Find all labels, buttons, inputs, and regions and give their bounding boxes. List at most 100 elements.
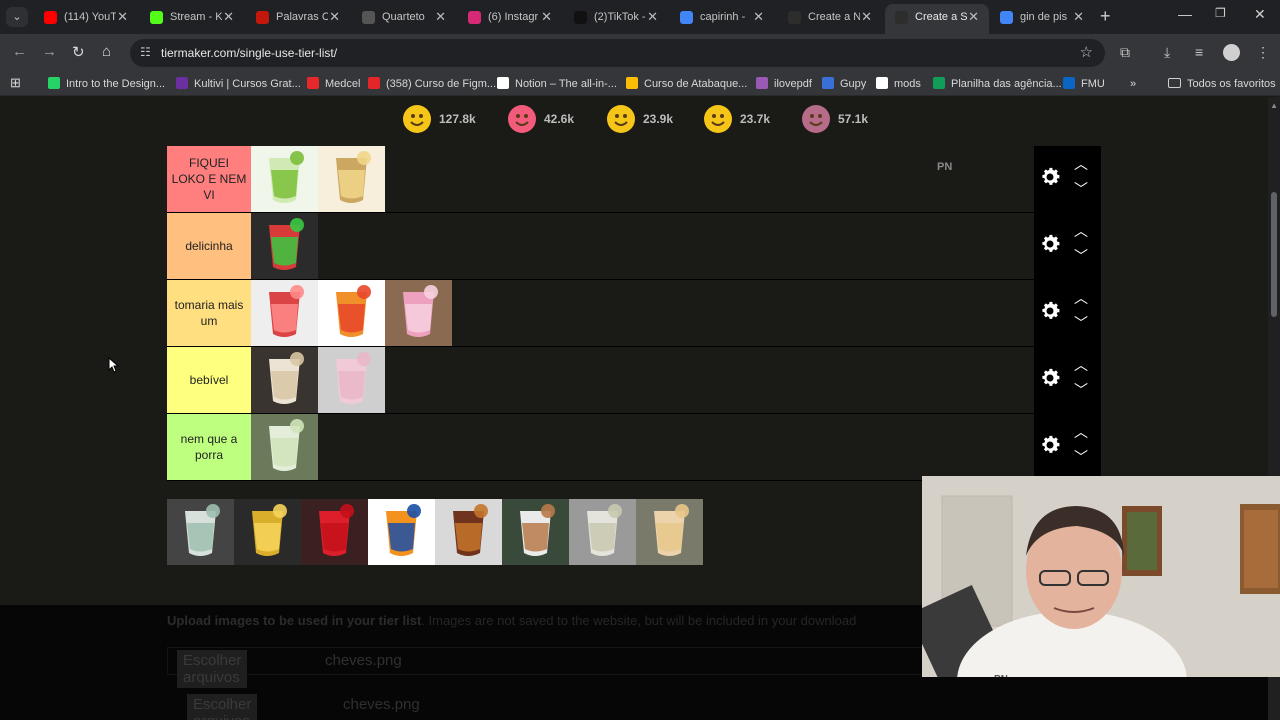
menu-icon[interactable]: ⋮ <box>1256 44 1270 61</box>
move-up-icon[interactable]: ︿ <box>1074 355 1088 375</box>
move-up-icon[interactable]: ︿ <box>1074 154 1088 174</box>
tier-label[interactable]: FIQUEI LOKO E NEM VI <box>167 146 251 212</box>
scrollbar-thumb[interactable] <box>1271 192 1277 317</box>
gear-icon[interactable] <box>1038 433 1062 457</box>
move-down-icon[interactable]: ﹀ <box>1074 179 1088 199</box>
bookmark-item[interactable]: Gupy <box>822 76 866 92</box>
drink-image[interactable] <box>318 280 385 346</box>
scroll-up-arrow[interactable]: ▲ <box>1270 101 1278 110</box>
media-control-icon[interactable]: ≡ <box>1195 44 1203 60</box>
tab-close-icon[interactable]: ✕ <box>329 4 340 30</box>
bookmark-item[interactable]: Medcel <box>307 76 360 92</box>
drink-image[interactable] <box>435 499 502 565</box>
tier-label[interactable]: bebível <box>167 347 251 413</box>
move-down-icon[interactable]: ﹀ <box>1074 380 1088 400</box>
tab-close-icon[interactable]: ✕ <box>647 4 658 30</box>
url-text[interactable]: tiermaker.com/single-use-tier-list/ <box>161 46 337 60</box>
download-icon[interactable]: ⤓ <box>1164 44 1170 61</box>
bookmark-star-icon[interactable]: ☆ <box>1080 43 1093 61</box>
site-info-icon[interactable]: ☷ <box>140 45 151 59</box>
tab-kick[interactable]: Stream - K ✕ <box>140 4 244 30</box>
tab-close-icon[interactable]: ✕ <box>753 4 764 30</box>
move-down-icon[interactable]: ﹀ <box>1074 447 1088 467</box>
tab-instagram[interactable]: (6) Instagr ✕ <box>458 4 562 30</box>
drink-image[interactable] <box>368 499 435 565</box>
back-button[interactable]: ← <box>12 43 27 60</box>
address-bar[interactable]: ☷ tiermaker.com/single-use-tier-list/ ☆ <box>130 39 1105 67</box>
choose-files-button[interactable]: Escolher arquivos <box>177 650 248 688</box>
profile-avatar[interactable] <box>1223 44 1240 61</box>
apps-icon[interactable]: ⊞ <box>10 75 21 91</box>
drink-image[interactable] <box>251 280 318 346</box>
tab-close-icon[interactable]: ✕ <box>1073 4 1084 30</box>
tab-google[interactable]: capirinh - ✕ <box>670 4 774 30</box>
new-tab-button[interactable]: + <box>1100 6 1111 26</box>
choose-files-button[interactable]: Escolher arquivos <box>187 694 258 720</box>
drink-image[interactable] <box>167 499 234 565</box>
gear-icon[interactable] <box>1038 232 1062 256</box>
move-down-icon[interactable]: ﹀ <box>1074 313 1088 333</box>
all-bookmarks-folder[interactable]: Todos os favoritos <box>1168 76 1276 92</box>
tier-controls: ︿ ﹀ <box>1034 213 1101 279</box>
minimize-button[interactable]: — <box>1178 6 1192 22</box>
drink-image[interactable] <box>251 213 318 279</box>
bookmark-item[interactable]: Notion – The all-in-... <box>497 76 617 92</box>
tab-title: Quarteto <box>382 11 425 23</box>
reload-button[interactable]: ↻ <box>72 43 85 61</box>
tab-close-icon[interactable]: ✕ <box>117 4 128 30</box>
drink-image[interactable] <box>385 280 452 346</box>
drink-image[interactable] <box>251 414 318 480</box>
tab-close-icon[interactable]: ✕ <box>541 4 552 30</box>
bookmark-item[interactable]: Curso de Atabaque... <box>626 76 747 92</box>
tab-search-button[interactable]: ⌄ <box>6 7 28 27</box>
bookmark-item[interactable]: Intro to the Design... <box>48 76 165 92</box>
bookmark-item[interactable]: (358) Curso de Figm... <box>368 76 496 92</box>
close-window-button[interactable]: ✕ <box>1254 6 1266 23</box>
bookmark-item[interactable]: mods <box>876 76 921 92</box>
forward-button[interactable]: → <box>42 43 57 60</box>
bookmark-label: Intro to the Design... <box>66 78 166 90</box>
drink-image[interactable] <box>234 499 301 565</box>
bookmark-item[interactable]: ilovepdf <box>756 76 812 92</box>
watermark-text: PN <box>937 161 953 173</box>
tab-tiermaker[interactable]: Create a S ✕ <box>885 4 989 34</box>
gear-icon[interactable] <box>1038 366 1062 390</box>
drink-image[interactable] <box>318 146 385 212</box>
sheets-icon <box>933 77 945 89</box>
restore-button[interactable]: ❐ <box>1215 6 1226 20</box>
drink-image[interactable] <box>569 499 636 565</box>
home-button[interactable]: ⌂ <box>102 43 111 60</box>
move-down-icon[interactable]: ﹀ <box>1074 246 1088 266</box>
tab-close-icon[interactable]: ✕ <box>435 4 446 30</box>
move-up-icon[interactable]: ︿ <box>1074 221 1088 241</box>
bookmark-item[interactable]: FMU <box>1063 76 1105 92</box>
tab-close-icon[interactable]: ✕ <box>968 4 979 30</box>
more-bookmarks-icon[interactable]: » <box>1130 76 1136 92</box>
tab-youtube[interactable]: (114) YouT ✕ <box>34 4 138 30</box>
drink-image[interactable] <box>301 499 368 565</box>
gear-icon[interactable] <box>1038 299 1062 323</box>
tab-close-icon[interactable]: ✕ <box>861 4 872 30</box>
drink-image[interactable] <box>251 146 318 212</box>
tier-label[interactable]: nem que a porra <box>167 414 251 480</box>
tab-t-letter[interactable]: Quarteto ✕ <box>352 4 456 30</box>
bookmark-label: Planilha das agência... <box>951 78 1062 90</box>
move-up-icon[interactable]: ︿ <box>1074 422 1088 442</box>
tab-close-icon[interactable]: ✕ <box>223 4 234 30</box>
tier-label[interactable]: delicinha <box>167 213 251 279</box>
drink-image[interactable] <box>251 347 318 413</box>
tier-label[interactable]: tomaria mais um <box>167 280 251 346</box>
drink-image[interactable] <box>636 499 703 565</box>
drink-image[interactable] <box>318 347 385 413</box>
move-up-icon[interactable]: ︿ <box>1074 288 1088 308</box>
bookmark-item[interactable]: Planilha das agência... <box>933 76 1062 92</box>
tab-tiermaker[interactable]: Create a N ✕ <box>778 4 882 30</box>
gear-icon[interactable] <box>1038 165 1062 189</box>
tab-tiktok[interactable]: (2)TikTok - ✕ <box>564 4 668 30</box>
bookmark-item[interactable]: Kultivi | Cursos Grat... <box>176 76 301 92</box>
google-icon <box>1000 11 1013 24</box>
tab-g1[interactable]: Palavras C ✕ <box>246 4 350 30</box>
drink-image[interactable] <box>502 499 569 565</box>
extensions-icon[interactable]: ⧉ <box>1120 44 1130 61</box>
tab-google[interactable]: gin de pis ✕ <box>990 4 1094 30</box>
